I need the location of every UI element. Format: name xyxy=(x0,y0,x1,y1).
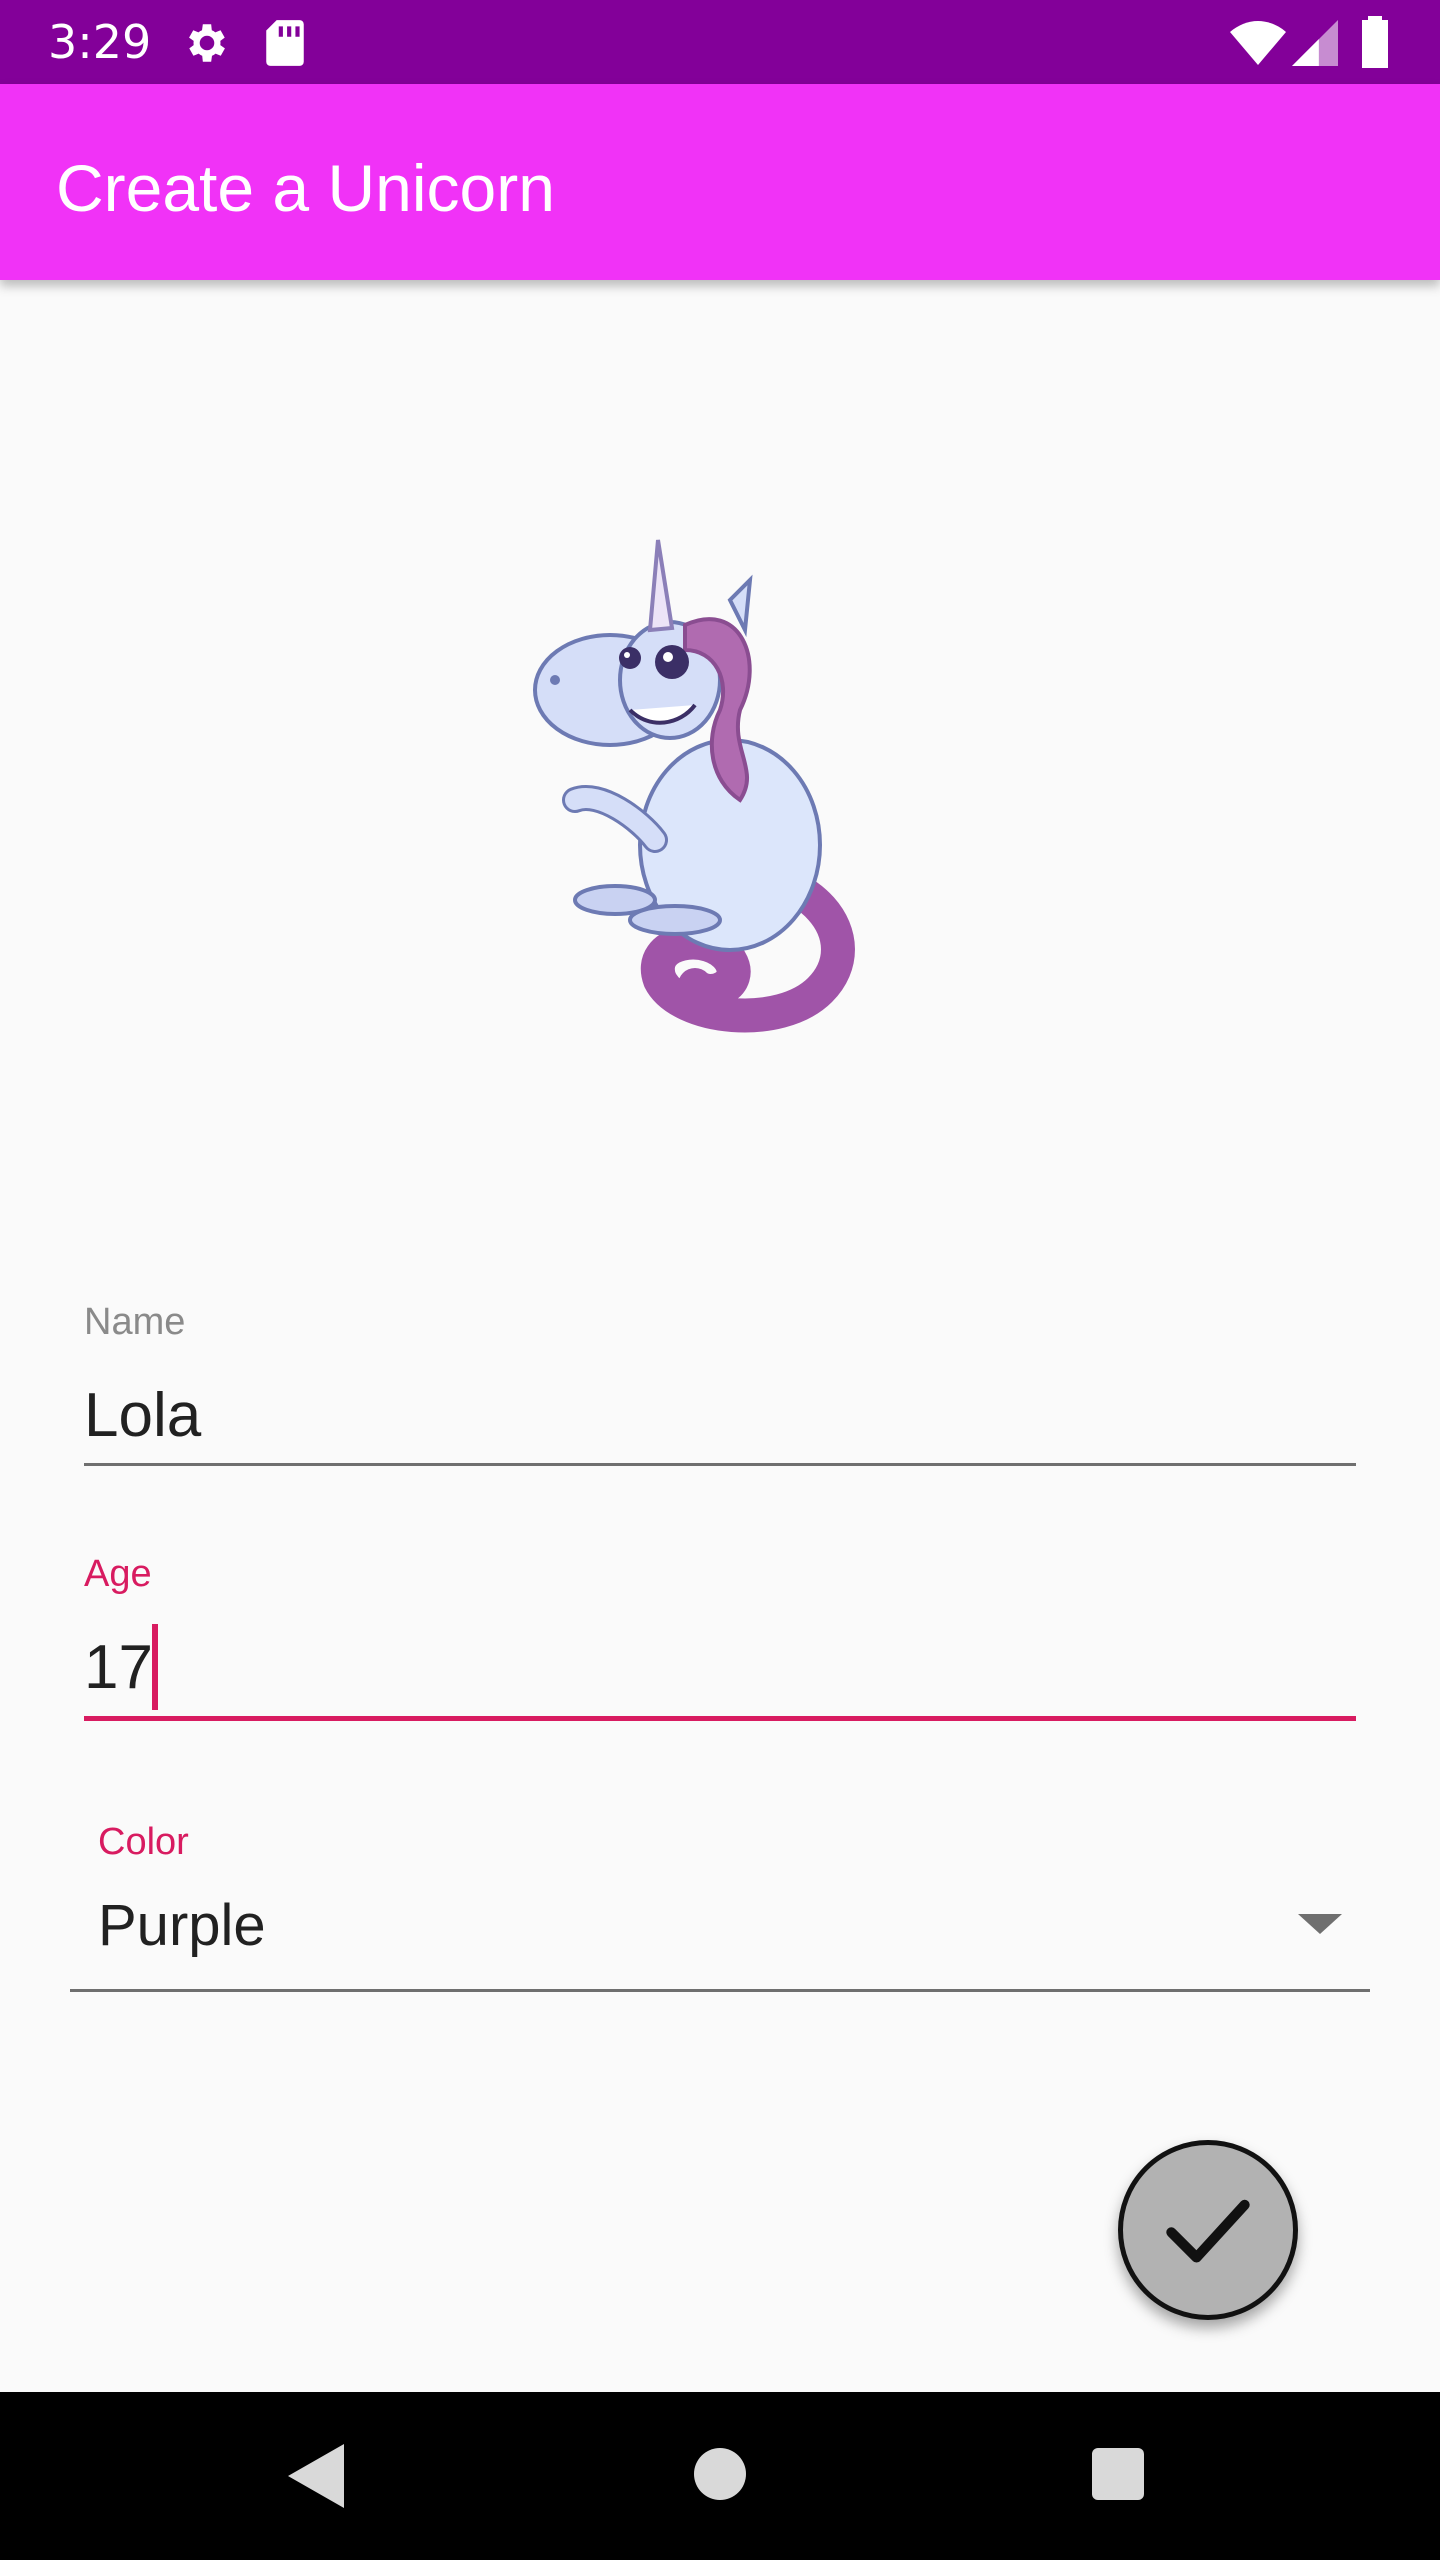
color-underline xyxy=(70,1989,1370,1992)
home-icon[interactable] xyxy=(694,2448,746,2500)
name-label: Name xyxy=(84,1301,186,1343)
status-bar: 3:29 xyxy=(0,0,1440,84)
app-bar: Create a Unicorn xyxy=(0,84,1440,280)
back-icon[interactable] xyxy=(288,2444,344,2508)
signal-icon xyxy=(1292,20,1338,70)
checkmark-icon xyxy=(1166,2199,1250,2263)
battery-icon xyxy=(1360,16,1390,72)
name-underline xyxy=(84,1463,1356,1466)
wifi-icon xyxy=(1230,20,1286,70)
recents-icon[interactable] xyxy=(1092,2448,1144,2500)
chevron-down-icon[interactable] xyxy=(1298,1914,1342,1934)
age-label: Age xyxy=(84,1553,152,1595)
sd-card-icon xyxy=(262,18,308,72)
age-input[interactable]: 17 xyxy=(84,1632,153,1704)
color-selected-value[interactable]: Purple xyxy=(98,1890,266,1962)
name-input[interactable]: Lola xyxy=(84,1380,201,1452)
age-underline xyxy=(84,1716,1356,1721)
page-title: Create a Unicorn xyxy=(56,151,555,225)
settings-icon xyxy=(182,18,232,72)
system-nav-bar xyxy=(0,2392,1440,2560)
color-label: Color xyxy=(98,1821,189,1863)
status-time: 3:29 xyxy=(48,15,152,69)
confirm-button[interactable] xyxy=(1118,2140,1298,2320)
unicorn-image xyxy=(480,520,880,1040)
text-cursor xyxy=(152,1624,158,1710)
